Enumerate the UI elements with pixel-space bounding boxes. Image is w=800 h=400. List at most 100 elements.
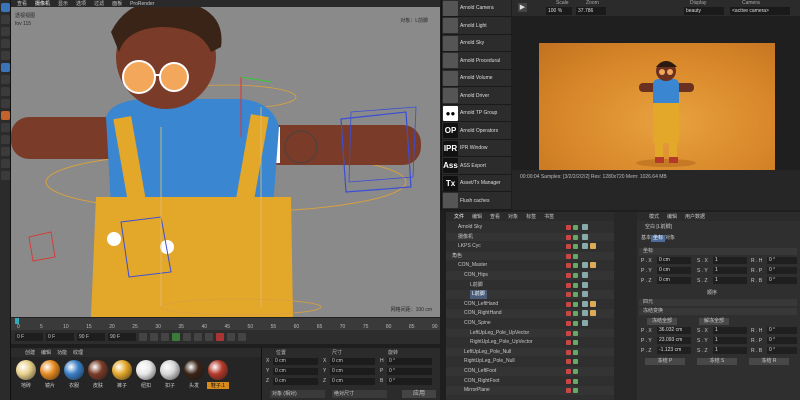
- record-icon[interactable]: [216, 333, 224, 341]
- coord-size-field[interactable]: 0 cm: [330, 378, 375, 385]
- enable-check-icon[interactable]: [573, 301, 578, 307]
- visibility-dot-icon[interactable]: [566, 263, 571, 269]
- arnold-shelf-item[interactable]: IPR IPR Window: [442, 140, 512, 157]
- spline-icon[interactable]: [1, 75, 10, 84]
- am-menu-mode[interactable]: 模式: [649, 213, 659, 220]
- om-menu-file[interactable]: 文件: [454, 213, 464, 220]
- am-menu-userdata[interactable]: 用户数据: [685, 213, 705, 220]
- material-tag-icon[interactable]: [590, 300, 596, 307]
- am-menu-edit[interactable]: 编辑: [667, 213, 677, 220]
- visibility-dot-icon[interactable]: [566, 388, 571, 394]
- deformer-icon[interactable]: [1, 99, 10, 108]
- visibility-dot-icon[interactable]: [566, 340, 571, 346]
- rotate-icon[interactable]: [1, 51, 10, 60]
- go-start-icon[interactable]: [139, 333, 147, 341]
- undo-icon[interactable]: [1, 3, 10, 12]
- unfreeze-all-button[interactable]: 解冻全部: [699, 318, 729, 325]
- visibility-dot-icon[interactable]: [566, 301, 571, 307]
- am-p-field[interactable]: 0 cm: [657, 257, 691, 264]
- tag-icon[interactable]: [582, 233, 588, 240]
- material-swatch[interactable]: 镜片: [39, 360, 61, 389]
- material-tag-icon[interactable]: [590, 262, 596, 269]
- key-selection-icon[interactable]: [238, 333, 246, 341]
- object-row[interactable]: LeftUpLeg_Pole_Null: [446, 347, 614, 357]
- visibility-dot-icon[interactable]: [566, 369, 571, 374]
- current-frame-field[interactable]: 0 F: [15, 333, 43, 341]
- object-row[interactable]: CON_LeftHand: [446, 300, 614, 309]
- am-s-field[interactable]: 1: [713, 267, 747, 274]
- am-r-field[interactable]: 0 °: [767, 337, 797, 344]
- material-swatch[interactable]: 地砖: [15, 360, 37, 389]
- coord-mode-select[interactable]: 对象 (相对): [270, 390, 325, 398]
- object-row[interactable]: L前脚: [446, 290, 614, 299]
- enable-check-icon[interactable]: [573, 234, 578, 240]
- arnold-shelf-item[interactable]: OP Arnold Operators: [442, 123, 512, 140]
- freeze-p-button[interactable]: 冻结 P: [645, 358, 685, 365]
- object-row[interactable]: 摄像机: [446, 232, 614, 242]
- coord-rot-field[interactable]: 0 °: [387, 378, 432, 385]
- visibility-dot-icon[interactable]: [566, 292, 571, 298]
- tag-icon[interactable]: [582, 272, 588, 278]
- enable-check-icon[interactable]: [573, 225, 578, 230]
- enable-check-icon[interactable]: [573, 340, 578, 346]
- object-row[interactable]: LeftUpLeg_Pole_UpVector: [446, 328, 614, 338]
- am-section-coord[interactable]: 坐标: [639, 248, 797, 255]
- perspective-viewport[interactable]: 透视视图 fov 115 对象：L前脚 网格间距：100 cm: [11, 7, 440, 317]
- enable-check-icon[interactable]: [573, 330, 578, 336]
- am-p-field[interactable]: 36.032 cm: [657, 327, 691, 334]
- material-swatch[interactable]: 头发: [183, 360, 205, 389]
- visibility-dot-icon[interactable]: [566, 244, 571, 250]
- am-s-field[interactable]: 1: [713, 327, 747, 334]
- enable-check-icon[interactable]: [573, 378, 578, 384]
- scale-field[interactable]: 100 %: [546, 7, 572, 15]
- cube-icon[interactable]: [1, 63, 10, 72]
- tag-icon[interactable]: [582, 281, 588, 288]
- object-row[interactable]: Arnold Sky: [446, 223, 614, 232]
- coord-size-field[interactable]: 0 cm: [330, 368, 375, 375]
- enable-check-icon[interactable]: [573, 253, 578, 259]
- material-swatch[interactable]: 衣服: [63, 360, 85, 389]
- am-r-field[interactable]: 0 °: [767, 277, 797, 284]
- om-menu-tags[interactable]: 标签: [526, 213, 536, 220]
- object-row[interactable]: CON_Hips: [446, 271, 614, 280]
- coord-pos-field[interactable]: 0 cm: [273, 368, 318, 375]
- zoom-field[interactable]: 37.786: [576, 7, 606, 15]
- paint-icon[interactable]: [1, 159, 10, 168]
- om-menu-object[interactable]: 对象: [508, 213, 518, 220]
- mat-menu-texture[interactable]: 纹理: [73, 349, 83, 356]
- tag-icon[interactable]: [582, 224, 588, 230]
- material-swatch[interactable]: 裤子: [111, 360, 133, 389]
- object-row[interactable]: L前脚: [446, 281, 614, 290]
- mat-menu-create[interactable]: 创建: [25, 349, 35, 356]
- enable-check-icon[interactable]: [573, 349, 578, 355]
- timeline[interactable]: 0 5 10 15 20 25 30 35 40 45 50 55 60 65 70 75 80 85 90: [11, 317, 440, 330]
- vp-menu-display[interactable]: 显示: [58, 0, 68, 7]
- enable-check-icon[interactable]: [573, 273, 578, 278]
- enable-check-icon[interactable]: [573, 311, 578, 317]
- enable-check-icon[interactable]: [573, 359, 578, 365]
- coord-pos-field[interactable]: 0 cm: [273, 358, 318, 365]
- move-icon[interactable]: [1, 27, 10, 36]
- tag-icon[interactable]: [582, 262, 588, 269]
- object-row[interactable]: CON_RightFoot: [446, 377, 614, 386]
- am-s-field[interactable]: 1: [713, 257, 747, 264]
- play-render-icon[interactable]: ▶: [518, 3, 527, 12]
- scale-icon[interactable]: [1, 39, 10, 48]
- vp-menu-prorender[interactable]: ProRender: [130, 1, 154, 7]
- arnold-shelf-item[interactable]: Arnold Light: [442, 18, 512, 35]
- freeze-all-button[interactable]: 冻结全部: [647, 318, 677, 325]
- go-end-icon[interactable]: [205, 333, 213, 341]
- enable-check-icon[interactable]: [573, 244, 578, 250]
- material-swatch[interactable]: 鞋子.1: [207, 360, 229, 389]
- tag-icon[interactable]: [582, 291, 588, 298]
- am-s-field[interactable]: 1: [713, 347, 747, 354]
- mat-menu-edit[interactable]: 编辑: [41, 349, 51, 356]
- enable-check-icon[interactable]: [573, 369, 578, 374]
- visibility-dot-icon[interactable]: [566, 321, 571, 326]
- am-r-field[interactable]: 0 °: [767, 347, 797, 354]
- prev-key-icon[interactable]: [150, 333, 158, 341]
- visibility-dot-icon[interactable]: [566, 253, 571, 259]
- arnold-shelf-item[interactable]: Flush caches: [442, 193, 512, 210]
- mat-menu-function[interactable]: 功能: [57, 349, 67, 356]
- playhead[interactable]: [15, 318, 19, 324]
